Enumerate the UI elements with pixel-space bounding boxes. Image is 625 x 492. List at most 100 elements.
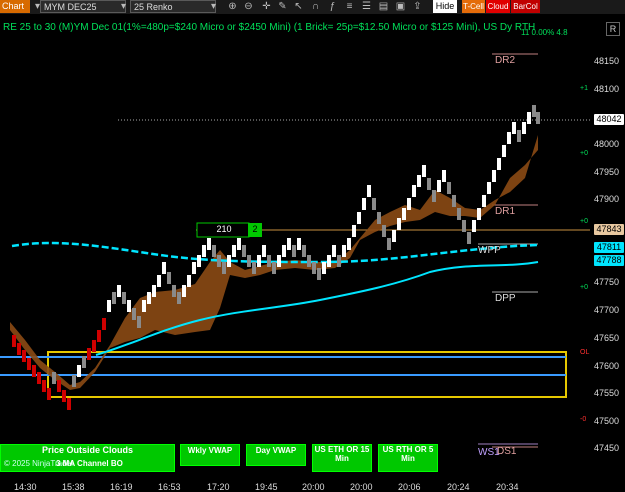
time-tick: 16:53 bbox=[158, 482, 181, 492]
crosshair-icon[interactable]: ✛ bbox=[260, 0, 273, 13]
chart-tab[interactable]: Chart bbox=[0, 0, 30, 13]
renko-brick bbox=[87, 348, 91, 360]
strategies-icon[interactable]: ≡ bbox=[343, 0, 356, 13]
cursor-icon[interactable]: ↖ bbox=[292, 0, 305, 13]
data-box-icon[interactable]: ▤ bbox=[377, 0, 390, 13]
renko-brick bbox=[417, 175, 421, 187]
side-mark: +0 bbox=[580, 218, 588, 225]
renko-brick bbox=[242, 245, 246, 257]
renko-brick bbox=[102, 318, 106, 330]
renko-brick bbox=[247, 255, 251, 267]
renko-brick bbox=[477, 208, 481, 220]
renko-brick bbox=[157, 275, 161, 287]
time-tick: 17:20 bbox=[207, 482, 230, 492]
us-rth-or-button[interactable]: US RTH OR 5 Min bbox=[378, 444, 438, 472]
price-tick: 47500 bbox=[593, 416, 619, 426]
side-mark: +0 bbox=[580, 150, 588, 157]
renko-brick bbox=[422, 165, 426, 177]
wpp-label: WPP bbox=[478, 245, 501, 256]
renko-bricks bbox=[12, 105, 540, 410]
price-tick: 47750 bbox=[593, 277, 619, 287]
price-outside-label: Price Outside Clouds bbox=[41, 445, 134, 455]
camera-icon[interactable]: ▣ bbox=[394, 0, 407, 13]
us-eth-or-button[interactable]: US ETH OR 15 Min bbox=[312, 444, 372, 472]
renko-brick bbox=[32, 365, 36, 377]
bar-type-dropdown-icon[interactable]: ▾ bbox=[207, 0, 220, 13]
corner-label[interactable]: R bbox=[606, 22, 620, 36]
renko-brick bbox=[272, 262, 276, 274]
bar-type-selector[interactable]: 25 Renko bbox=[130, 0, 216, 13]
cyan-price-tag-1: 47811 bbox=[594, 242, 624, 253]
renko-brick bbox=[257, 255, 261, 267]
renko-brick bbox=[427, 178, 431, 190]
renko-brick bbox=[27, 358, 31, 370]
tcell-button[interactable]: T-Cell bbox=[462, 0, 485, 13]
price-tick: 47550 bbox=[593, 388, 619, 398]
day-vwap-button[interactable]: Day VWAP bbox=[246, 444, 306, 466]
renko-brick bbox=[207, 238, 211, 250]
renko-brick bbox=[217, 255, 221, 267]
instrument-dropdown-icon[interactable]: ▾ bbox=[117, 0, 130, 13]
price-outside-clouds-button[interactable]: Price Outside Clouds © 2025 NinjaTrader … bbox=[0, 444, 175, 472]
cloud-button[interactable]: Cloud bbox=[486, 0, 510, 13]
renko-brick bbox=[22, 350, 26, 362]
renko-brick bbox=[137, 316, 141, 328]
renko-brick bbox=[392, 230, 396, 242]
renko-brick bbox=[192, 262, 196, 274]
price-tick: 47600 bbox=[593, 361, 619, 371]
side-mark: +0 bbox=[580, 284, 588, 291]
renko-brick bbox=[452, 195, 456, 207]
renko-brick bbox=[517, 130, 521, 142]
renko-brick bbox=[37, 372, 41, 384]
time-tick: 15:38 bbox=[62, 482, 85, 492]
indicators-icon[interactable]: ƒ bbox=[326, 0, 339, 13]
renko-brick bbox=[397, 218, 401, 230]
pencil-icon[interactable]: ✎ bbox=[276, 0, 289, 13]
renko-brick bbox=[122, 292, 126, 304]
renko-brick bbox=[447, 182, 451, 194]
renko-brick bbox=[302, 245, 306, 257]
renko-brick bbox=[332, 245, 336, 257]
zoom-out-icon[interactable]: ⊖ bbox=[242, 0, 255, 13]
side-mark: OL bbox=[580, 349, 590, 356]
renko-brick bbox=[372, 198, 376, 210]
weekly-vwap-line bbox=[11, 241, 539, 264]
current-price-tag: 48042 bbox=[594, 114, 624, 125]
renko-brick bbox=[342, 245, 346, 257]
magnet-icon[interactable]: ∩ bbox=[309, 0, 322, 13]
price-chart[interactable] bbox=[0, 36, 590, 476]
side-mark: +1 bbox=[580, 85, 588, 92]
renko-brick bbox=[77, 365, 81, 377]
price-tick: 47950 bbox=[593, 167, 619, 177]
renko-brick bbox=[522, 122, 526, 134]
barcol-button[interactable]: BarCol bbox=[511, 0, 540, 13]
renko-brick bbox=[267, 255, 271, 267]
zoom-in-icon[interactable]: ⊕ bbox=[226, 0, 239, 13]
renko-brick bbox=[117, 285, 121, 297]
price-tick: 47450 bbox=[593, 443, 619, 453]
renko-brick bbox=[337, 255, 341, 267]
renko-brick bbox=[322, 262, 326, 274]
hide-button[interactable]: Hide bbox=[433, 0, 457, 13]
renko-brick bbox=[202, 245, 206, 257]
properties-icon[interactable]: ☰ bbox=[360, 0, 373, 13]
renko-brick bbox=[292, 245, 296, 257]
renko-brick bbox=[532, 105, 536, 117]
renko-brick bbox=[437, 180, 441, 192]
renko-brick bbox=[327, 255, 331, 267]
renko-brick bbox=[492, 170, 496, 182]
side-mark: -0 bbox=[580, 416, 587, 423]
share-icon[interactable]: ⇪ bbox=[411, 0, 424, 13]
renko-brick bbox=[187, 275, 191, 287]
renko-brick bbox=[57, 380, 61, 392]
renko-brick bbox=[462, 220, 466, 232]
renko-brick bbox=[482, 195, 486, 207]
renko-brick bbox=[17, 343, 21, 355]
wkly-vwap-button[interactable]: Wkly VWAP bbox=[180, 444, 240, 466]
counter-value: 210 bbox=[216, 224, 232, 234]
renko-brick bbox=[62, 390, 66, 402]
instrument-selector[interactable]: MYM DEC25 bbox=[40, 0, 126, 13]
renko-brick bbox=[527, 112, 531, 124]
ma-channel-label: 3 MA Channel BO bbox=[56, 459, 123, 468]
renko-brick bbox=[312, 262, 316, 274]
